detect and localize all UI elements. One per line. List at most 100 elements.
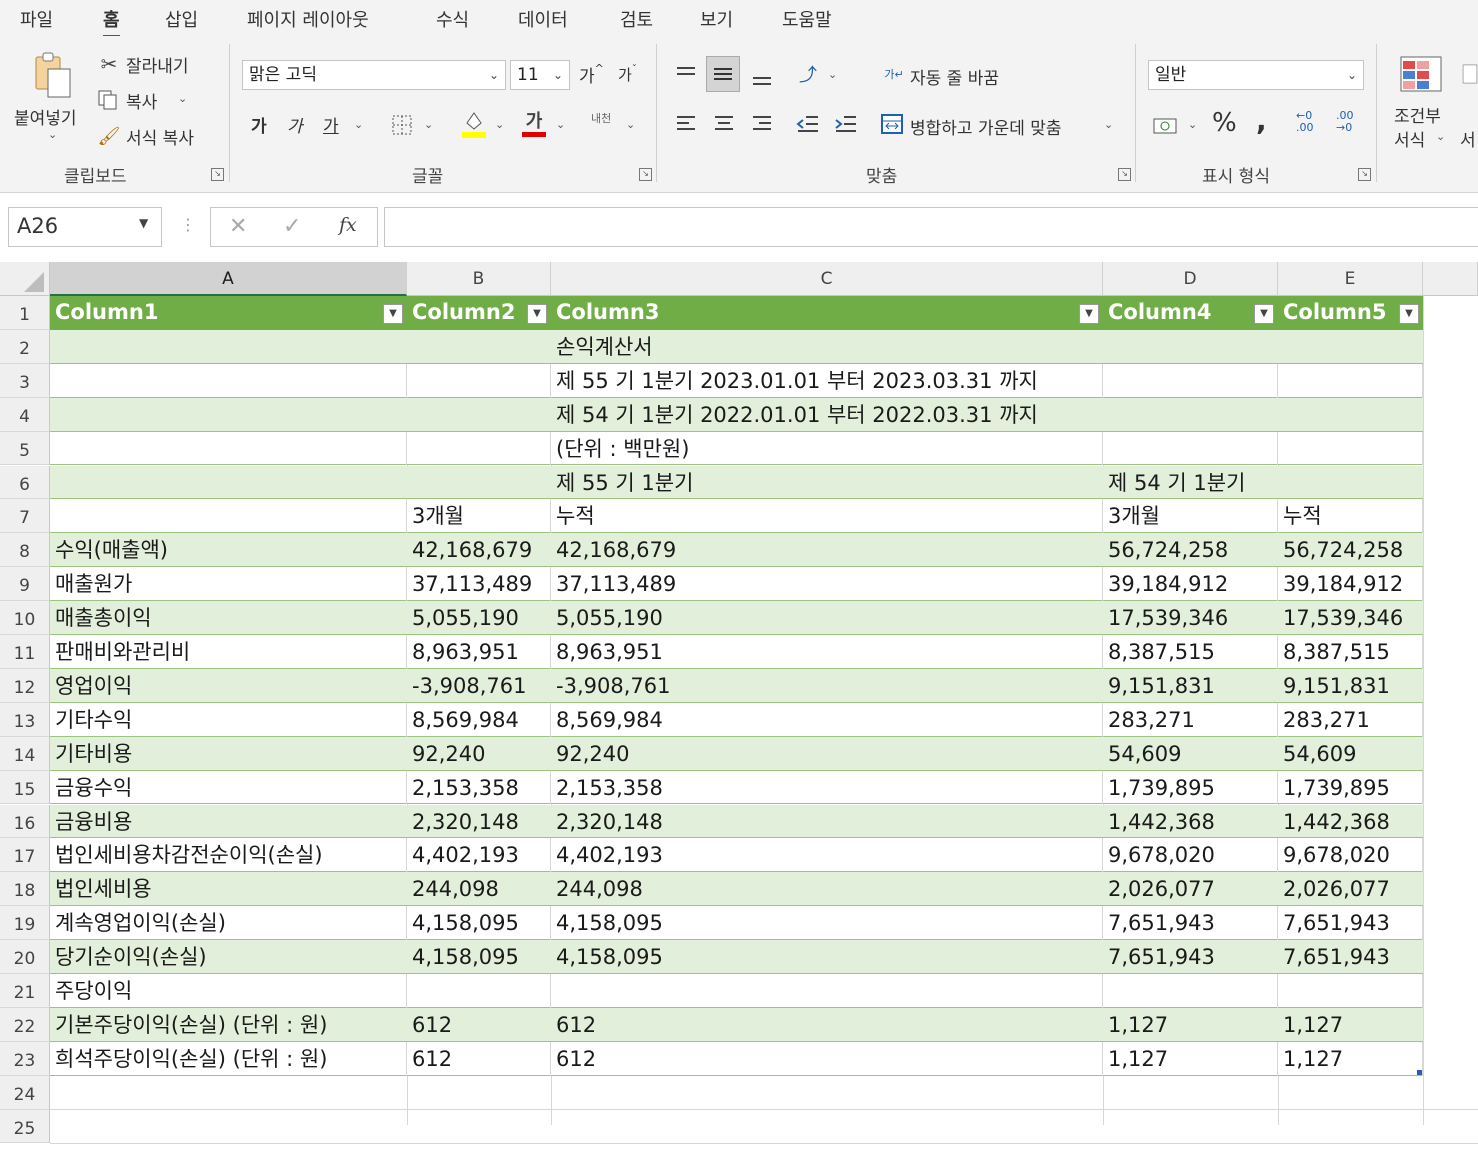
currency-dropdown[interactable]: ⌄ [1188, 118, 1197, 131]
row-header[interactable]: 11 [0, 635, 50, 669]
table-cell[interactable]: 8,569,984 [407, 702, 551, 737]
row-header[interactable]: 9 [0, 567, 50, 602]
table-cell[interactable]: 2,026,077 [1278, 872, 1423, 906]
table-cell[interactable]: 주당이익 [50, 974, 407, 1008]
table-cell[interactable]: 영업이익 [50, 669, 407, 703]
table-cell[interactable]: 당기순이익(손실) [50, 940, 407, 974]
percent-icon[interactable]: % [1212, 108, 1237, 138]
row-header[interactable]: 24 [0, 1075, 50, 1110]
table-cell[interactable]: 매출원가 [50, 567, 407, 602]
table-cell[interactable]: 1,127 [1103, 1041, 1278, 1076]
table-cell[interactable]: 8,963,951 [407, 635, 551, 669]
table-cell[interactable]: -3,908,761 [551, 669, 1103, 703]
table-cell[interactable] [1278, 398, 1423, 432]
table-cell[interactable]: 37,113,489 [551, 567, 1103, 602]
format-painter-button[interactable]: 서식 복사 [126, 124, 194, 149]
format-painter-icon[interactable]: 🖌 [96, 124, 122, 148]
merge-center-icon[interactable] [878, 110, 906, 138]
font-launcher-icon[interactable]: ↘ [639, 168, 652, 181]
filter-dropdown-icon[interactable]: ▼ [1254, 304, 1274, 324]
row-header[interactable]: 1 [0, 296, 50, 330]
row-header[interactable]: 10 [0, 601, 50, 635]
table-cell[interactable] [1103, 363, 1278, 398]
table-header-cell[interactable]: Column5 ▼ [1278, 296, 1423, 330]
row-header[interactable]: 4 [0, 397, 50, 432]
table-cell[interactable]: 법인세비용 [50, 872, 407, 906]
enter-icon[interactable]: ✓ [283, 214, 301, 239]
filter-dropdown-icon[interactable]: ▼ [1079, 304, 1099, 324]
table-cell[interactable]: 244,098 [407, 872, 551, 906]
table-cell[interactable]: (단위 : 백만원) [551, 431, 1103, 466]
menu-formulas[interactable]: 수식 [436, 6, 469, 32]
table-resize-handle[interactable] [1417, 1069, 1422, 1075]
table-cell[interactable]: 37,113,489 [407, 567, 551, 602]
table-cell[interactable]: 8,387,515 [1103, 635, 1278, 669]
decrease-indent-icon[interactable] [794, 110, 822, 138]
table-cell[interactable] [551, 974, 1103, 1008]
row-header[interactable]: 12 [0, 668, 50, 703]
table-cell[interactable]: 56,724,258 [1103, 533, 1278, 567]
align-center-icon[interactable] [710, 110, 738, 138]
formula-input[interactable] [384, 207, 1478, 247]
format-table-button[interactable]: 서 [1460, 126, 1476, 151]
conditional-format-button[interactable]: 조건부 [1394, 102, 1441, 127]
table-header-cell[interactable]: Column1 ▼ [50, 296, 407, 330]
row-header[interactable]: 6 [0, 465, 50, 500]
table-cell[interactable]: 7,651,943 [1278, 940, 1423, 974]
row-header[interactable]: 13 [0, 702, 50, 737]
table-cell[interactable]: 금융비용 [50, 805, 407, 839]
align-left-icon[interactable] [672, 110, 700, 138]
table-cell[interactable]: 1,739,895 [1103, 770, 1278, 805]
table-cell[interactable] [50, 330, 407, 364]
table-cell[interactable]: -3,908,761 [407, 669, 551, 703]
row-header[interactable]: 3 [0, 363, 50, 398]
insert-function-icon[interactable]: fx [339, 214, 357, 236]
row-header[interactable]: 2 [0, 329, 50, 364]
menu-help[interactable]: 도움말 [782, 6, 832, 32]
table-cell[interactable]: 4,158,095 [407, 940, 551, 974]
copy-dropdown[interactable]: ⌄ [178, 92, 187, 105]
menu-page-layout[interactable]: 페이지 레이아웃 [247, 6, 369, 32]
table-cell[interactable]: 제 55 기 1분기 2023.01.01 부터 2023.03.31 까지 [551, 363, 1103, 398]
increase-indent-icon[interactable] [832, 110, 860, 138]
menu-file[interactable]: 파일 [20, 6, 53, 32]
table-cell[interactable]: 누적 [551, 499, 1103, 534]
table-cell[interactable]: 계속영업이익(손실) [50, 906, 407, 941]
table-cell[interactable]: 283,271 [1278, 702, 1423, 737]
font-name-select[interactable]: 맑은 고딕 ⌄ [242, 60, 506, 90]
column-header-b[interactable]: B [407, 262, 551, 296]
align-middle-icon[interactable] [706, 56, 740, 92]
menu-view[interactable]: 보기 [700, 6, 733, 32]
table-header-cell[interactable]: Column2 ▼ [407, 296, 551, 330]
conditional-format-sub[interactable]: 서식 [1394, 126, 1425, 151]
row-header[interactable]: 21 [0, 974, 50, 1008]
table-cell[interactable] [407, 330, 551, 364]
fill-color-icon[interactable] [460, 108, 488, 140]
row-header[interactable]: 5 [0, 431, 50, 466]
currency-icon[interactable] [1150, 112, 1180, 138]
table-header-cell[interactable]: Column3 ▼ [551, 296, 1103, 330]
table-cell[interactable] [1278, 466, 1423, 500]
table-cell[interactable]: 금융수익 [50, 770, 407, 805]
table-cell[interactable]: 매출총이익 [50, 601, 407, 635]
column-header-e[interactable]: E [1278, 262, 1423, 296]
row-header[interactable]: 14 [0, 736, 50, 771]
table-cell[interactable]: 1,442,368 [1103, 805, 1278, 839]
table-cell[interactable]: 7,651,943 [1103, 940, 1278, 974]
table-cell[interactable]: 1,127 [1103, 1008, 1278, 1042]
cancel-icon[interactable]: ✕ [229, 214, 247, 239]
table-cell[interactable] [1103, 330, 1278, 364]
table-cell[interactable]: 92,240 [551, 737, 1103, 771]
conditional-dropdown[interactable]: ⌄ [1436, 130, 1445, 143]
paste-button[interactable]: 붙여넣기 [14, 104, 77, 129]
table-cell[interactable]: 1,127 [1278, 1041, 1423, 1076]
table-cell[interactable]: 4,158,095 [551, 940, 1103, 974]
table-cell[interactable]: 612 [551, 1008, 1103, 1042]
font-color-icon[interactable]: 가 [520, 108, 548, 140]
table-cell[interactable] [1278, 363, 1423, 398]
row-header[interactable]: 15 [0, 770, 50, 805]
table-cell[interactable] [50, 431, 407, 466]
table-cell[interactable]: 7,651,943 [1278, 906, 1423, 941]
table-cell[interactable]: 283,271 [1103, 702, 1278, 737]
table-cell[interactable]: 56,724,258 [1278, 533, 1423, 567]
